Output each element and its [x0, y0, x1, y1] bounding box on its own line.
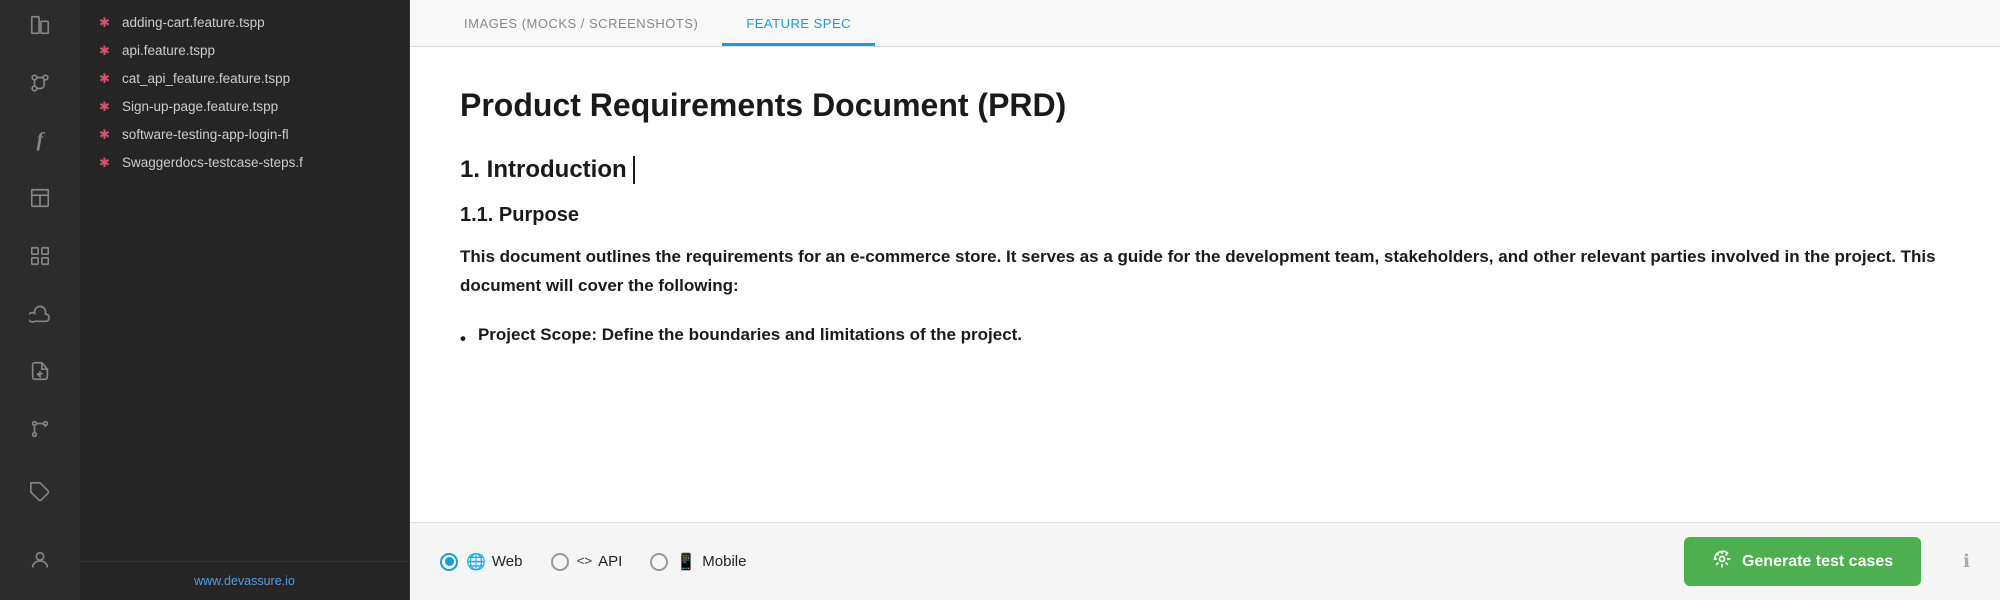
mobile-icon: 📱 — [676, 552, 696, 572]
grid-icon[interactable] — [20, 241, 60, 271]
svg-text:✱: ✱ — [99, 15, 110, 30]
file-tspp-icon: ✱ — [96, 97, 114, 115]
code-icon: <> — [577, 554, 593, 569]
devassure-link[interactable]: www.devassure.io — [194, 574, 295, 588]
sidebar-bottom: www.devassure.io — [80, 561, 409, 600]
tab-feature-spec[interactable]: FEATURE SPEC — [722, 0, 875, 46]
file-list: ✱ adding-cart.feature.tspp ✱ api.feature… — [80, 0, 409, 561]
source-control-icon[interactable] — [20, 68, 60, 98]
bullet-dot: • — [460, 329, 466, 349]
cursor — [633, 156, 635, 184]
activity-bar-bottom — [20, 472, 60, 600]
radio-circle-mobile — [650, 553, 668, 571]
list-item[interactable]: ✱ cat_api_feature.feature.tspp — [80, 64, 409, 92]
activity-bar: f — [0, 0, 80, 600]
svg-text:✱: ✱ — [99, 99, 110, 114]
main-content: IMAGES (MOCKS / SCREENSHOTS) FEATURE SPE… — [410, 0, 2000, 600]
svg-text:✱: ✱ — [99, 43, 110, 58]
document-h3: 1.1. Purpose — [460, 204, 1950, 227]
import-icon[interactable] — [20, 357, 60, 387]
generate-button-label: Generate test cases — [1742, 553, 1893, 571]
profile-icon[interactable] — [20, 540, 60, 580]
radio-circle-web — [440, 553, 458, 571]
radio-option-api[interactable]: <> API — [551, 553, 623, 571]
svg-text:✱: ✱ — [99, 155, 110, 170]
tab-bar: IMAGES (MOCKS / SCREENSHOTS) FEATURE SPE… — [410, 0, 2000, 47]
radio-label-api: <> API — [577, 553, 623, 570]
tab-images[interactable]: IMAGES (MOCKS / SCREENSHOTS) — [440, 0, 722, 46]
file-tspp-icon: ✱ — [96, 153, 114, 171]
radio-option-mobile[interactable]: 📱 Mobile — [650, 552, 746, 572]
doc-content: Product Requirements Document (PRD) 1. I… — [410, 47, 2000, 522]
radio-option-web[interactable]: 🌐 Web — [440, 552, 523, 572]
package-icon[interactable] — [20, 472, 60, 512]
svg-text:✱: ✱ — [99, 127, 110, 142]
file-name: software-testing-app-login-fl — [122, 127, 289, 142]
file-name: cat_api_feature.feature.tspp — [122, 71, 290, 86]
list-item[interactable]: ✱ Swaggerdocs-testcase-steps.f — [80, 148, 409, 176]
cloud-icon[interactable] — [20, 299, 60, 329]
file-tspp-icon: ✱ — [96, 41, 114, 59]
svg-text:✱: ✱ — [99, 71, 110, 86]
list-item[interactable]: ✱ adding-cart.feature.tspp — [80, 8, 409, 36]
file-name: adding-cart.feature.tspp — [122, 15, 265, 30]
radio-label-mobile: 📱 Mobile — [676, 552, 746, 572]
file-name: Sign-up-page.feature.tspp — [122, 99, 278, 114]
file-explorer-icon[interactable] — [20, 10, 60, 40]
layout-icon[interactable] — [20, 183, 60, 213]
list-item[interactable]: ✱ Sign-up-page.feature.tspp — [80, 92, 409, 120]
file-name: Swaggerdocs-testcase-steps.f — [122, 155, 303, 170]
generate-test-cases-button[interactable]: Generate test cases — [1684, 537, 1921, 586]
file-tspp-icon: ✱ — [96, 13, 114, 31]
font-icon[interactable]: f — [20, 126, 60, 156]
document-h2: 1. Introduction — [460, 156, 1950, 184]
radio-group: 🌐 Web <> API 📱 Mobile — [440, 552, 746, 572]
action-bar: 🌐 Web <> API 📱 Mobile — [410, 522, 2000, 600]
document-paragraph: This document outlines the requirements … — [460, 243, 1950, 301]
radio-circle-api — [551, 553, 569, 571]
file-tspp-icon: ✱ — [96, 69, 114, 87]
list-item[interactable]: ✱ api.feature.tspp — [80, 36, 409, 64]
info-icon[interactable]: ℹ — [1963, 551, 1970, 572]
globe-icon: 🌐 — [466, 552, 486, 572]
document-title: Product Requirements Document (PRD) — [460, 87, 1950, 124]
sidebar: ✱ adding-cart.feature.tspp ✱ api.feature… — [80, 0, 410, 600]
file-tspp-icon: ✱ — [96, 125, 114, 143]
document-bullet: • Project Scope: Define the boundaries a… — [460, 325, 1950, 349]
branch-icon[interactable] — [20, 414, 60, 444]
radio-label-web: 🌐 Web — [466, 552, 523, 572]
list-item[interactable]: ✱ software-testing-app-login-fl — [80, 120, 409, 148]
generate-icon — [1712, 549, 1732, 574]
file-name: api.feature.tspp — [122, 43, 215, 58]
